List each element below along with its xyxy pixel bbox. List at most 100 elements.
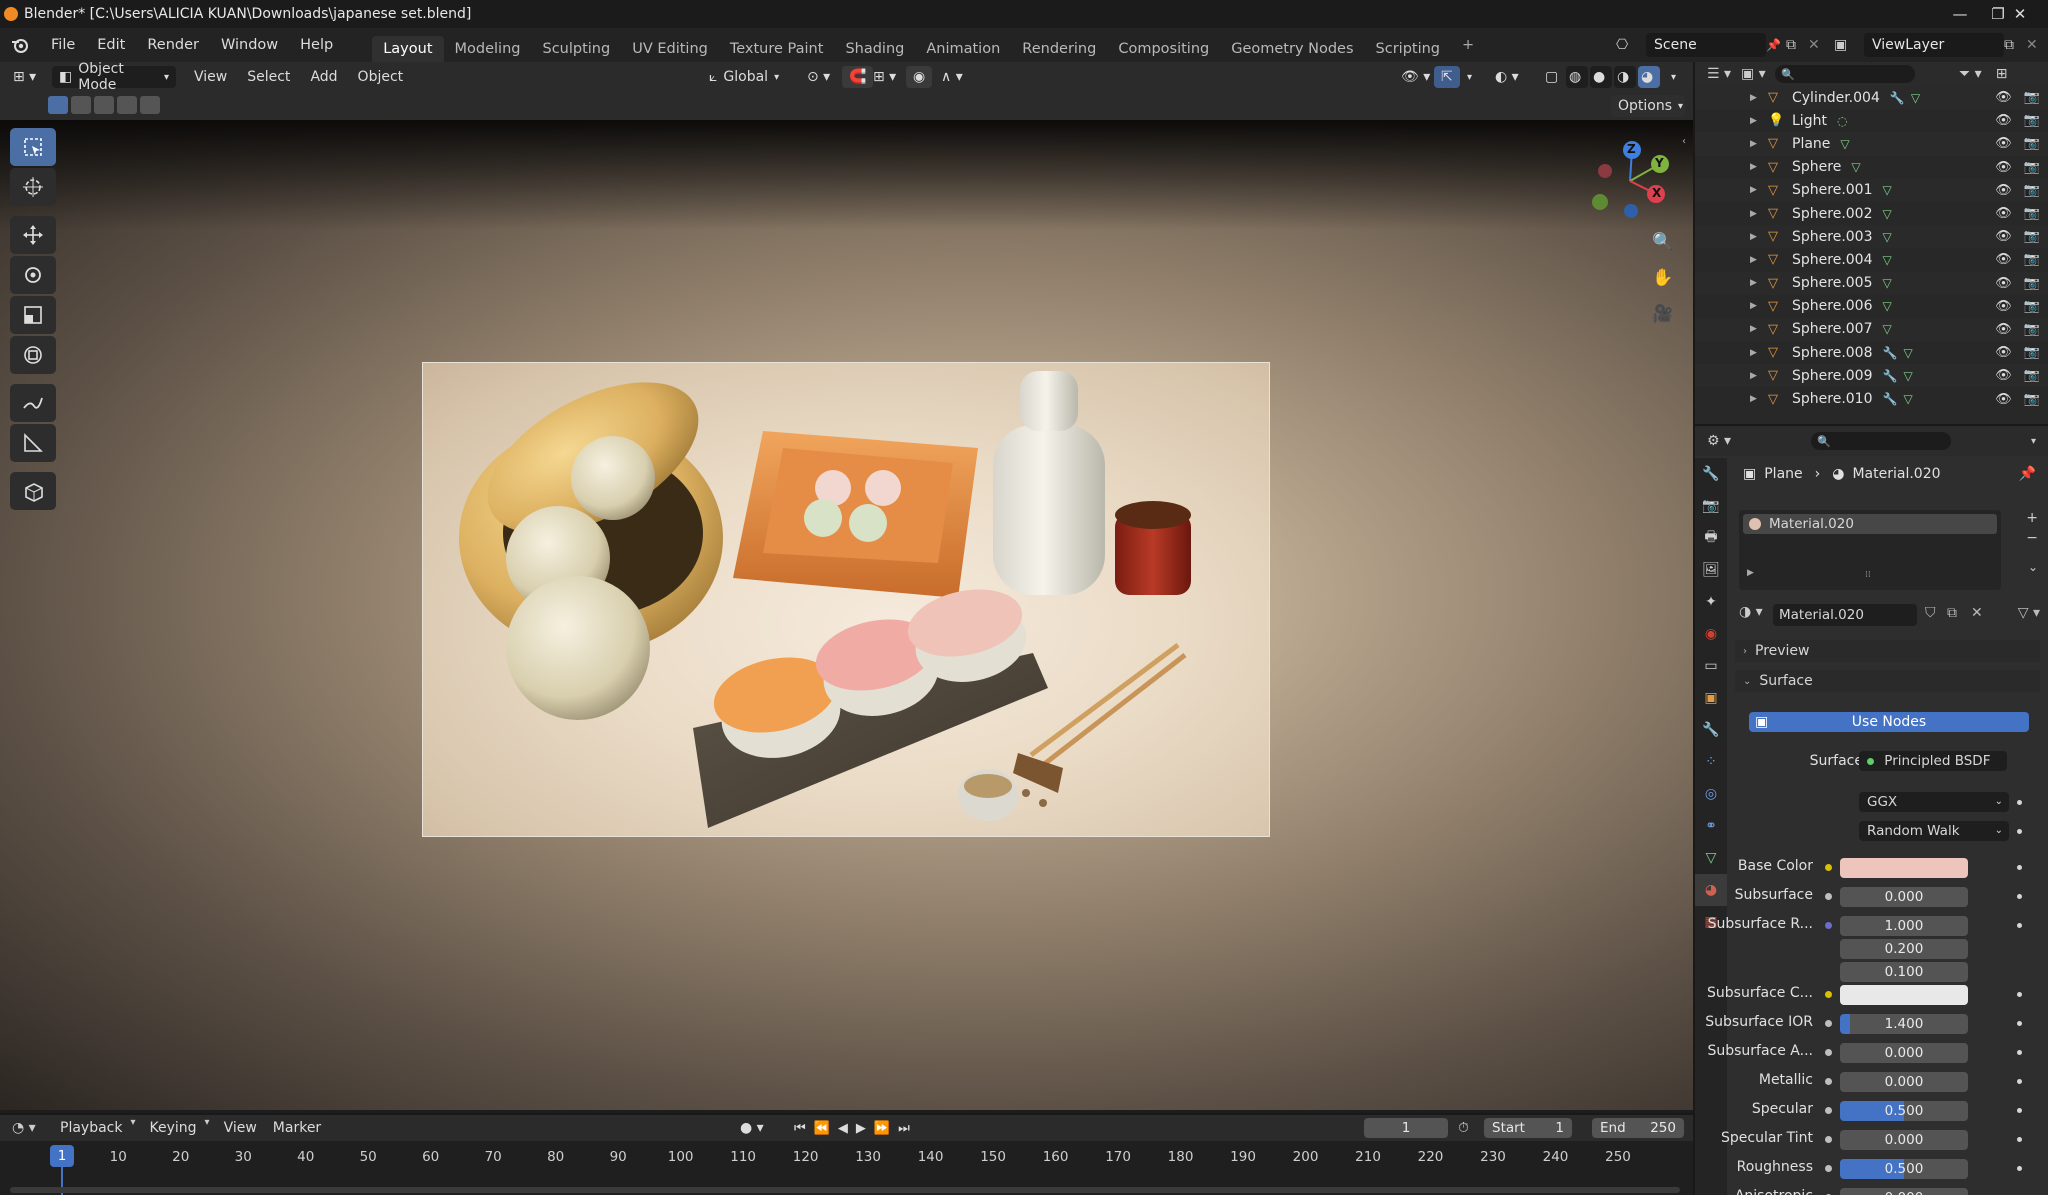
orientation-dropdown[interactable]: ⟀ Global ▾	[702, 66, 794, 88]
value-field[interactable]: 0.000	[1840, 1043, 1968, 1063]
outliner-row[interactable]: ▶ ▽ Sphere.007 ▽ 👁 📷	[1695, 317, 2048, 342]
render-camera-icon[interactable]: 📷	[2024, 276, 2040, 291]
input-socket-icon[interactable]	[1825, 893, 1832, 900]
neg-x-axis-handle[interactable]	[1598, 164, 1612, 178]
timeline-menu-playback[interactable]: Playback	[52, 1117, 130, 1139]
value-field[interactable]: 1.000	[1840, 916, 1968, 936]
subsurface-method-dropdown[interactable]: Random Walk ⌄	[1859, 821, 2009, 841]
select-subtract-icon[interactable]	[94, 96, 114, 114]
outliner-row[interactable]: ▶ ▽ Sphere.002 ▽ 👁 📷	[1695, 202, 2048, 225]
input-socket-icon[interactable]	[1825, 1165, 1832, 1172]
prev-keyframe-icon[interactable]: ⏪	[814, 1121, 830, 1136]
outliner-row[interactable]: ▶ ▽ Sphere.010 🔧 ▽ 👁 📷	[1695, 387, 2048, 410]
tab-modeling[interactable]: Modeling	[444, 36, 532, 62]
outliner-row[interactable]: ▶ ▽ Sphere.006 ▽ 👁 📷	[1695, 295, 2048, 318]
keyframe-dot[interactable]	[2017, 800, 2022, 805]
select-intersect-icon[interactable]	[140, 96, 160, 114]
surface-panel-header[interactable]: ⌄ Surface	[1735, 670, 2040, 692]
value-field[interactable]: 0.000	[1840, 1072, 1968, 1092]
tab-rendering[interactable]: Rendering	[1011, 36, 1107, 62]
timeline-menu-keying[interactable]: Keying	[142, 1117, 205, 1139]
mesh-data-icon[interactable]: ▽	[1840, 137, 1849, 151]
value-field[interactable]: 1.400	[1840, 1014, 1968, 1034]
mesh-data-icon[interactable]: ▽	[1851, 160, 1860, 174]
rendered-shading-icon[interactable]: ◕	[1638, 66, 1660, 88]
render-camera-icon[interactable]: 📷	[2024, 368, 2040, 383]
measure-tool-icon[interactable]	[10, 424, 56, 462]
eye-icon[interactable]: 👁	[1995, 183, 2012, 198]
properties-options-icon[interactable]: ▾	[2031, 436, 2036, 447]
keyframe-dot[interactable]	[2017, 992, 2022, 997]
expand-arrow-icon[interactable]: ▶	[1750, 278, 1762, 288]
scale-tool-icon[interactable]	[10, 296, 56, 334]
expand-list-icon[interactable]: ▶	[1747, 568, 1754, 578]
eye-icon[interactable]: 👁	[1995, 206, 2012, 221]
tab-uv-editing[interactable]: UV Editing	[621, 36, 719, 62]
mesh-data-icon[interactable]: ▽	[1883, 207, 1892, 221]
mesh-data-icon[interactable]: ▽	[1883, 253, 1892, 267]
move-tool-icon[interactable]	[10, 216, 56, 254]
mesh-data-icon[interactable]: ▽	[1883, 322, 1892, 336]
input-socket-icon[interactable]	[1825, 991, 1832, 998]
render-camera-icon[interactable]: 📷	[2024, 160, 2040, 175]
pivot-point-icon[interactable]: ⊙ ▾	[800, 66, 837, 88]
tool-tab-icon[interactable]: 🔧	[1695, 458, 1727, 490]
options-dropdown[interactable]: Options ▾	[1611, 95, 1685, 117]
delete-view-layer-icon[interactable]: ✕	[2026, 37, 2048, 53]
delete-scene-icon[interactable]: ✕	[1808, 37, 1834, 53]
falloff-icon[interactable]: ∧ ▾	[934, 66, 970, 88]
viewport-menu-object[interactable]: Object	[348, 66, 414, 88]
minimize-button[interactable]: —	[1932, 0, 1988, 28]
xray-toggle-icon[interactable]: ▢	[1538, 66, 1565, 88]
slot-specials-button[interactable]: ⌄	[2028, 560, 2038, 574]
expand-arrow-icon[interactable]: ▶	[1750, 116, 1762, 126]
auto-keying-icon[interactable]: ● ▾	[740, 1120, 764, 1136]
mesh-data-icon[interactable]: ▽	[1911, 91, 1920, 105]
neg-y-axis-handle[interactable]	[1592, 194, 1608, 210]
outliner-row[interactable]: ▶ ▽ Sphere.004 ▽ 👁 📷	[1695, 248, 2048, 271]
input-socket-icon[interactable]	[1825, 1078, 1832, 1085]
mode-dropdown[interactable]: ◧ Object Mode ▾	[52, 61, 176, 93]
mesh-data-icon[interactable]: ▽	[1903, 392, 1912, 406]
outliner-row[interactable]: ▶ ▽ Sphere.003 ▽ 👁 📷	[1695, 225, 2048, 249]
remove-slot-button[interactable]: −	[2026, 530, 2038, 546]
properties-editor-icon[interactable]: ⚙ ▾	[1707, 433, 1747, 449]
expand-arrow-icon[interactable]: ▶	[1750, 324, 1762, 334]
value-field[interactable]: 0.500	[1840, 1101, 1968, 1121]
timeline-scrollbar[interactable]	[10, 1187, 1680, 1193]
eye-icon[interactable]: 👁	[1995, 136, 2012, 151]
keyframe-dot[interactable]	[2017, 865, 2022, 870]
add-cube-tool-icon[interactable]	[10, 472, 56, 510]
input-socket-icon[interactable]	[1825, 864, 1832, 871]
play-reverse-icon[interactable]: ◀	[838, 1121, 848, 1136]
menu-render[interactable]: Render	[136, 28, 210, 62]
tab-layout[interactable]: Layout	[372, 36, 444, 62]
3d-viewport[interactable]: Z Y X 🔍 ✋ 🎥 ‹	[0, 120, 1693, 1110]
eye-icon[interactable]: 👁	[1995, 160, 2012, 175]
mesh-data-icon[interactable]: ▽	[1903, 369, 1912, 383]
menu-help[interactable]: Help	[289, 28, 344, 62]
expand-arrow-icon[interactable]: ▶	[1750, 185, 1762, 195]
close-button[interactable]: ✕	[2000, 0, 2040, 28]
eye-icon[interactable]: 👁	[1995, 229, 2012, 244]
tab-texture-paint[interactable]: Texture Paint	[719, 36, 835, 62]
scene-name-field[interactable]: Scene	[1646, 33, 1766, 57]
input-socket-icon[interactable]	[1825, 1020, 1832, 1027]
snap-target-icon[interactable]: ⊞ ▾	[866, 66, 903, 88]
menu-window[interactable]: Window	[210, 28, 289, 62]
wrench-icon[interactable]: 🔧	[1883, 369, 1898, 383]
outliner-row[interactable]: ▶ 💡 Light ◌ 👁 📷	[1695, 109, 2048, 132]
input-socket-icon[interactable]	[1825, 1107, 1832, 1114]
visibility-icon[interactable]: 👁 ▾	[1394, 66, 1437, 88]
material-filter-icon[interactable]: ▽ ▾	[2018, 605, 2040, 621]
expand-arrow-icon[interactable]: ▶	[1750, 209, 1762, 219]
fake-user-icon[interactable]: ⛉	[1925, 605, 1936, 621]
input-socket-icon[interactable]	[1825, 1136, 1832, 1143]
timeline-editor-icon[interactable]: ◔ ▾	[12, 1120, 52, 1136]
timeline-area[interactable]: 1 10 20 30 40 50 60 70 80 90 100 110 120 130 140 150 16…	[0, 1141, 1693, 1195]
editor-type-icon[interactable]: ⊞ ▾	[6, 66, 48, 88]
mesh-data-icon[interactable]: ▽	[1903, 346, 1912, 360]
render-camera-icon[interactable]: 📷	[2024, 322, 2040, 337]
shading-options-icon[interactable]: ▾	[1664, 66, 1683, 88]
transform-tool-icon[interactable]	[10, 336, 56, 374]
